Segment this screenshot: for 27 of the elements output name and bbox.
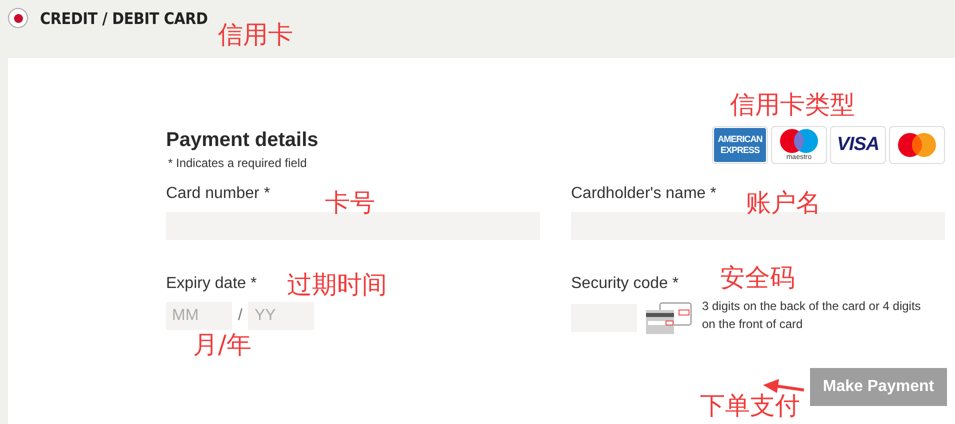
annotation-arrow: [762, 378, 804, 394]
annotation-text: 卡号: [325, 190, 375, 215]
annotation-text: 下单支付: [700, 393, 800, 418]
amex-logo: AMERICAN EXPRESS: [714, 128, 766, 162]
visa-logo: VISA: [836, 134, 880, 156]
form-title: Payment details: [166, 128, 318, 152]
annotation-text: 安全码: [720, 265, 795, 290]
field-label: Card number *: [166, 184, 270, 204]
annotation-text: 信用卡类型: [730, 92, 855, 117]
section-title: CREDIT / DEBIT CARD: [40, 9, 208, 28]
radio-button[interactable]: [8, 8, 28, 28]
annotation-text: 账户名: [746, 190, 821, 215]
annotation-text: 过期时间: [287, 272, 387, 297]
month-field[interactable]: MM: [166, 302, 232, 330]
security-code-card-icon: [646, 302, 692, 334]
overlapping-circles-icon: [779, 128, 819, 154]
security-code-help: 3 digits on the back of the card or 4 digits on the front of card: [702, 298, 922, 333]
field-label: Expiry date *: [166, 274, 257, 294]
field-label: Cardholder's name *: [571, 184, 716, 204]
make-payment-button[interactable]: Make Payment: [810, 368, 947, 406]
annotation-text: 月/年: [193, 332, 252, 357]
mastercard-logo: [895, 131, 939, 159]
required-note: * Indicates a required field: [168, 156, 308, 170]
annotation-text: 信用卡: [218, 22, 293, 47]
date-separator: /: [238, 307, 242, 325]
field-label: Security code *: [571, 274, 679, 294]
year-field[interactable]: YY: [248, 302, 314, 330]
